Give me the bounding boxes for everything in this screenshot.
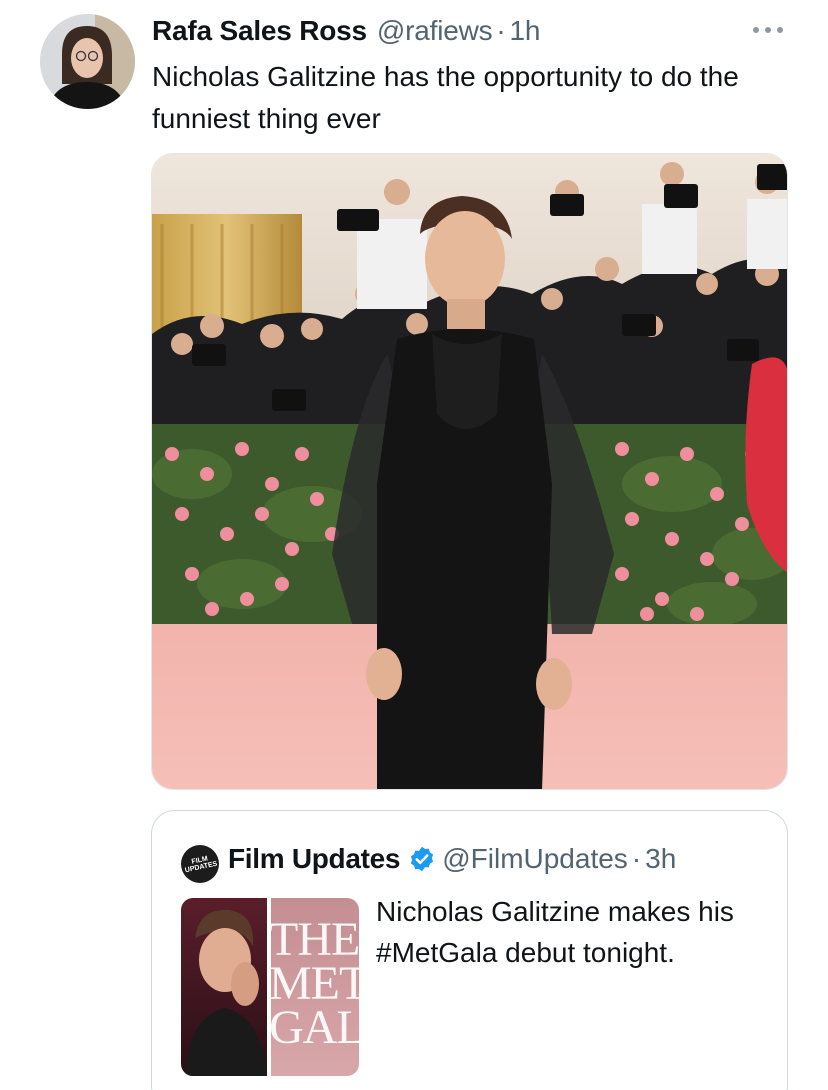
tweet-media-image[interactable] [151, 153, 788, 790]
verified-badge-icon [408, 845, 436, 873]
tweet-timestamp[interactable]: 1h [510, 15, 541, 47]
thumbnail-overlay-text: THE MET GAL [269, 913, 359, 1054]
tweet-text: Nicholas Galitzine has the opportunity t… [152, 61, 739, 134]
author-display-name[interactable]: Rafa Sales Ross [152, 15, 367, 47]
more-options-button[interactable] [748, 18, 788, 42]
quoted-tweet-header: Film Updates @FilmUpdates · 3h [228, 841, 676, 877]
quoted-tweet-card[interactable]: FILM UPDATES Film Updates @FilmUpdates ·… [151, 810, 788, 1090]
tweet-header: Rafa Sales Ross @rafiews · 1h [152, 14, 540, 48]
quoted-author-display-name[interactable]: Film Updates [228, 843, 401, 875]
red-carpet-photo [152, 154, 787, 789]
quoted-tweet-thumbnail[interactable]: THE MET GAL [181, 898, 359, 1076]
author-avatar-image [40, 14, 135, 109]
author-avatar[interactable] [40, 14, 135, 109]
quoted-header-separator: · [631, 843, 642, 874]
quoted-tweet-timestamp[interactable]: 3h [645, 843, 676, 875]
author-handle[interactable]: @rafiews [377, 15, 493, 47]
quoted-author-handle[interactable]: @FilmUpdates [442, 843, 628, 875]
ellipsis-icon [753, 27, 783, 33]
quoted-tweet-text: Nicholas Galitzine makes his #MetGala de… [376, 896, 734, 968]
quoted-author-avatar[interactable]: FILM UPDATES [181, 845, 219, 883]
header-separator: · [496, 15, 506, 46]
quoted-avatar-logo-text: FILM UPDATES [183, 855, 218, 875]
